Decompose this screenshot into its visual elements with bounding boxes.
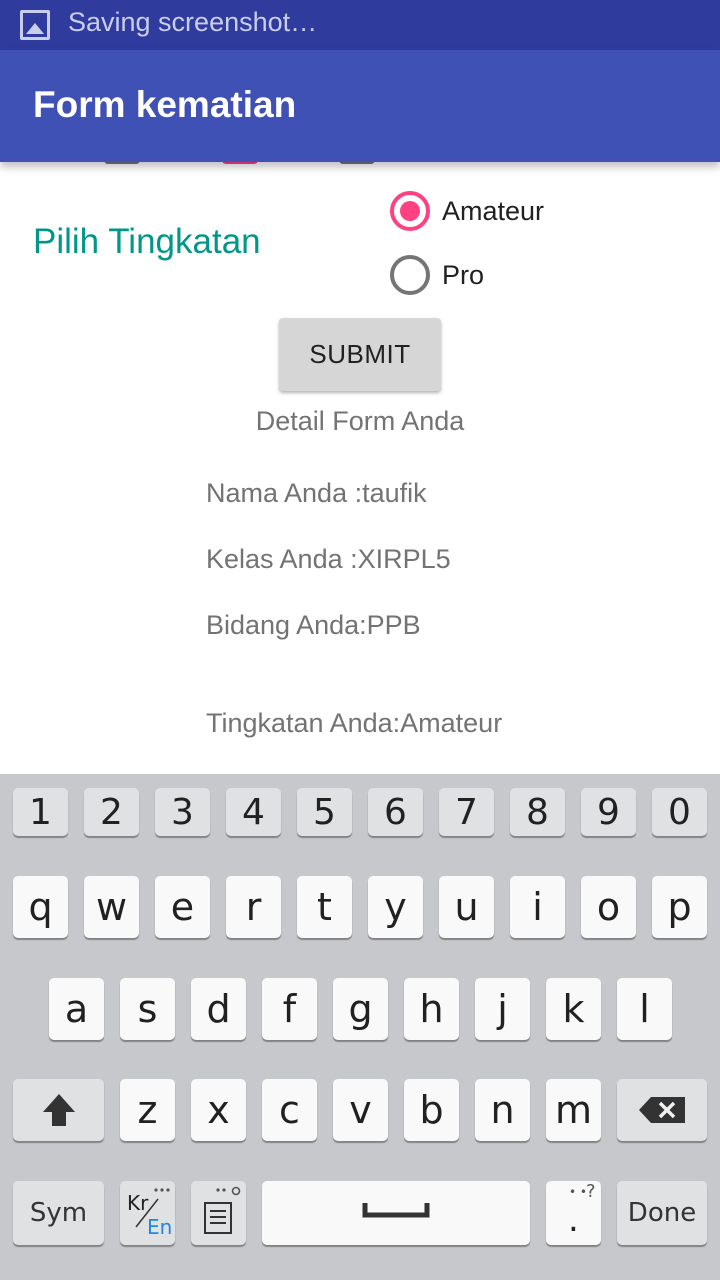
backspace-key[interactable]: [617, 1079, 707, 1141]
letter-key-m[interactable]: m: [546, 1079, 601, 1141]
letter-key-w[interactable]: w: [84, 876, 139, 938]
number-key-6[interactable]: 6: [368, 788, 423, 836]
letter-key-c[interactable]: c: [262, 1079, 317, 1141]
punct-hint: ?: [586, 1181, 596, 1202]
submit-button[interactable]: SUBMIT: [279, 318, 441, 391]
image-icon: [20, 10, 50, 40]
app-toolbar: Form kematian: [0, 50, 720, 162]
detail-title: Detail Form Anda: [255, 406, 465, 436]
shift-key[interactable]: [13, 1079, 104, 1141]
number-key-0[interactable]: 0: [652, 788, 707, 836]
detail-field: Bidang Anda:PPB: [206, 610, 421, 640]
number-key-3[interactable]: 3: [155, 788, 210, 836]
letter-key-r[interactable]: r: [226, 876, 281, 938]
detail-level: Tingkatan Anda:Amateur: [206, 708, 503, 738]
letter-key-s[interactable]: s: [120, 978, 175, 1040]
shift-arrow-icon: [42, 1094, 75, 1126]
letter-key-p[interactable]: p: [652, 876, 707, 938]
radio-label: Amateur: [442, 195, 545, 226]
number-key-7[interactable]: 7: [439, 788, 494, 836]
number-key-8[interactable]: 8: [510, 788, 565, 836]
number-key-2[interactable]: 2: [84, 788, 139, 836]
letter-key-g[interactable]: g: [333, 978, 388, 1040]
letter-key-k[interactable]: k: [546, 978, 601, 1040]
number-key-5[interactable]: 5: [297, 788, 352, 836]
number-key-1[interactable]: 1: [13, 788, 68, 836]
number-key-4[interactable]: 4: [226, 788, 281, 836]
period-label: .: [568, 1200, 579, 1240]
radio-pro[interactable]: Pro: [390, 255, 484, 295]
period-key[interactable]: . • • ?: [546, 1181, 601, 1245]
radio-unchecked-icon[interactable]: [390, 255, 430, 295]
clipboard-key[interactable]: [191, 1181, 246, 1245]
done-key[interactable]: Done: [617, 1181, 707, 1245]
detail-class: Kelas Anda :XIRPL5: [206, 544, 451, 574]
letter-key-t[interactable]: t: [297, 876, 352, 938]
space-key[interactable]: [262, 1181, 530, 1245]
status-text: Saving screenshot…: [68, 7, 318, 37]
letter-key-j[interactable]: j: [475, 978, 530, 1040]
letter-key-d[interactable]: d: [191, 978, 246, 1040]
letter-key-x[interactable]: x: [191, 1079, 246, 1141]
letter-key-i[interactable]: i: [510, 876, 565, 938]
sym-key[interactable]: Sym: [13, 1181, 104, 1245]
letter-key-n[interactable]: n: [475, 1079, 530, 1141]
clipboard-icon: [204, 1186, 241, 1234]
letter-key-z[interactable]: z: [120, 1079, 175, 1141]
letter-key-a[interactable]: a: [49, 978, 104, 1040]
status-bar: Saving screenshot…: [0, 0, 720, 50]
letter-key-e[interactable]: e: [155, 876, 210, 938]
toolbar-title: Form kematian: [33, 84, 297, 125]
more-dots-icon: • •: [569, 1185, 587, 1199]
letter-key-q[interactable]: q: [13, 876, 68, 938]
radio-checked-icon[interactable]: [390, 191, 430, 231]
language-switch-key[interactable]: Kr En: [120, 1181, 175, 1245]
level-label: Pilih Tingkatan: [33, 222, 261, 261]
radio-label: Pro: [442, 259, 485, 290]
letter-key-o[interactable]: o: [581, 876, 636, 938]
letter-key-h[interactable]: h: [404, 978, 459, 1040]
lang-bottom-label: En: [147, 1215, 173, 1239]
radio-amateur[interactable]: Amateur: [390, 191, 544, 231]
space-bar-icon: [362, 1203, 430, 1218]
letter-key-l[interactable]: l: [617, 978, 672, 1040]
letter-key-u[interactable]: u: [439, 876, 494, 938]
letter-key-y[interactable]: y: [368, 876, 423, 938]
number-key-9[interactable]: 9: [581, 788, 636, 836]
app-screen: Saving screenshot… Form kematian Pilih T…: [0, 0, 720, 1280]
backspace-icon: [639, 1097, 685, 1123]
letter-key-b[interactable]: b: [404, 1079, 459, 1141]
soft-keyboard: Sym Kr En . • • ? Done 1 2 3 4 5 6 7 8 9…: [0, 774, 720, 1280]
detail-name: Nama Anda :taufik: [206, 478, 427, 508]
letter-key-f[interactable]: f: [262, 978, 317, 1040]
lang-top-label: Kr: [127, 1191, 149, 1215]
letter-key-v[interactable]: v: [333, 1079, 388, 1141]
